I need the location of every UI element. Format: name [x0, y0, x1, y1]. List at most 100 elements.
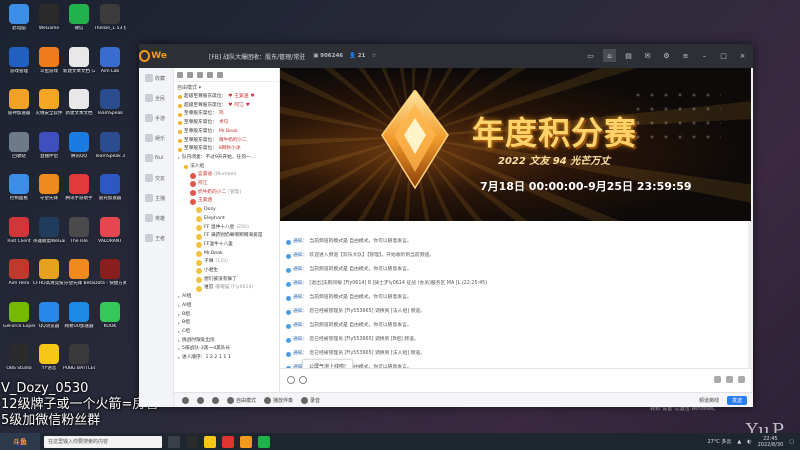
- tree-row[interactable]: 至尊股东席位：鸡: [174, 110, 279, 119]
- tree-row[interactable]: ▸ AI组: [174, 293, 279, 302]
- event-banner[interactable]: 年度积分赛 2022 文友 94 光芒万丈 7月18日 00:00:00-9月2…: [280, 68, 751, 221]
- tree-row[interactable]: 谁忍 嘟嘟猫 (Fly0614): [174, 284, 279, 293]
- app-taskbar-icon[interactable]: [222, 435, 234, 448]
- tree-row[interactable]: ▸ B组: [174, 319, 279, 328]
- notification-icon[interactable]: ▢: [789, 439, 794, 445]
- desktop-icon[interactable]: OBS Studio: [3, 344, 35, 372]
- desktop-icon[interactable]: TeamSpeak: [94, 89, 126, 117]
- desktop-icon[interactable]: 新建文本文档: [63, 89, 95, 117]
- search-icon[interactable]: [217, 71, 223, 78]
- mail-icon[interactable]: [187, 71, 193, 78]
- desktop-icon[interactable]: 雷光加速器: [94, 174, 126, 202]
- desktop-icon[interactable]: 网易UU加速器: [63, 301, 95, 330]
- tree-row[interactable]: 想们彼没有躲了: [174, 276, 279, 285]
- desktop-icon[interactable]: VALORANT: [94, 216, 126, 245]
- emoji-icon[interactable]: [299, 376, 307, 384]
- desktop-icon[interactable]: 火绒安全软件: [33, 89, 65, 117]
- desktop-icon[interactable]: 游戏管理: [3, 46, 35, 75]
- desktop-icon[interactable]: 直播伴侣: [33, 131, 65, 160]
- chat-settings-icon[interactable]: [726, 376, 733, 383]
- home-icon[interactable]: ⌂: [603, 49, 616, 62]
- tree-row[interactable]: 至尊股东席位： 术句: [174, 119, 279, 128]
- rail-item[interactable]: 英雄: [139, 208, 173, 228]
- favorite-icon[interactable]: ☆: [371, 53, 376, 59]
- rail-item[interactable]: 全民: [139, 88, 173, 108]
- tree-row[interactable]: ▸ AI组: [174, 302, 279, 311]
- desktop-icon[interactable]: Dota - 快捷方式: [94, 259, 126, 287]
- close-button[interactable]: ×: [736, 49, 749, 62]
- tree-row[interactable]: ▸ 队内闭麦：不过9升开始，任何一...: [174, 154, 279, 163]
- network-icon[interactable]: ▲: [737, 439, 741, 445]
- clock[interactable]: 22:45 2022/8/30: [758, 436, 784, 448]
- desktop-icon[interactable]: 腾讯手游助手: [63, 174, 95, 202]
- gamepad-icon[interactable]: [287, 376, 295, 384]
- yy-taskbar-icon[interactable]: [204, 435, 216, 448]
- tree-row[interactable]: Elephant: [174, 215, 279, 224]
- desktop-icon[interactable]: TeamSpeak 3: [94, 131, 126, 160]
- rail-item[interactable]: 王者: [139, 228, 173, 248]
- wechat-taskbar-icon[interactable]: [258, 435, 270, 448]
- tree-row[interactable]: 至尊股东席位： 嗅牛奶的小二: [174, 137, 279, 146]
- tree-row[interactable]: FF 满药别奶果啊啊啊海爱是: [174, 232, 279, 241]
- record-audio-button[interactable]: 录音: [301, 396, 320, 404]
- menu-icon[interactable]: ≡: [679, 49, 692, 62]
- shop-icon[interactable]: ▤: [622, 49, 635, 62]
- tree-row[interactable]: 超级至尊股东席位： ♥ 阿江 ♥: [174, 102, 279, 111]
- desktop-icon[interactable]: 此电脑: [3, 4, 35, 32]
- game-icon[interactable]: [207, 71, 213, 78]
- desktop-icon[interactable]: 雷神加速器: [3, 89, 35, 117]
- chat-input-bar[interactable]: [280, 368, 751, 392]
- wegame-taskbar-icon[interactable]: [240, 435, 252, 448]
- desktop-icon[interactable]: 新建文本文档 (2): [63, 46, 95, 75]
- rail-item[interactable]: Nul: [139, 148, 173, 168]
- tree-row[interactable]: 奶牛奶的小二 [管理]: [174, 189, 279, 198]
- send-button[interactable]: 发送: [726, 395, 747, 405]
- desktop-icon[interactable]: Riot Client: [3, 216, 35, 245]
- user-icon[interactable]: [177, 71, 183, 78]
- tree-row[interactable]: Mr.Beak: [174, 250, 279, 259]
- desktop-icon[interactable]: 英雄联盟WeGame版: [33, 216, 65, 245]
- desktop-icon[interactable]: GeForce Experience: [3, 301, 35, 330]
- mic-icon[interactable]: [738, 376, 745, 383]
- desktop-icon[interactable]: Aim Lab: [94, 46, 126, 75]
- play-accompaniment-button[interactable]: 播放伴奏: [264, 396, 293, 404]
- rail-item[interactable]: 手游: [139, 108, 173, 128]
- video-icon[interactable]: ▭: [584, 49, 597, 62]
- taskbar-search[interactable]: 在这里输入你要搜索的内容: [44, 435, 162, 448]
- tree-row[interactable]: 至尊股东席位： 8网秋小沐: [174, 145, 279, 154]
- desktop-icon[interactable]: TheIsle_1.53 快捷方式: [94, 4, 126, 32]
- desktop-icon[interactable]: YY语音: [33, 344, 65, 372]
- tree-row[interactable]: ▸ 5排战队-3黑一4黑队长: [174, 345, 279, 354]
- weather-widget[interactable]: 27°C 多云: [707, 438, 731, 445]
- desktop-icon[interactable]: 控制面板: [3, 174, 35, 202]
- tree-row[interactable]: 超级至尊股东席位： ♥ 王紫涵 ♥: [174, 93, 279, 102]
- tree-row[interactable]: 子琳 (125): [174, 258, 279, 267]
- speaker-icon[interactable]: [197, 396, 204, 404]
- tree-row[interactable]: FF 温仲十八星 (250): [174, 224, 279, 233]
- tree-row[interactable]: Dozy: [174, 206, 279, 215]
- desktop-icon[interactable]: WeGame: [33, 4, 65, 32]
- tree-row[interactable]: 蓝漏语 (Mumbel): [174, 171, 279, 180]
- app-logo[interactable]: We: [139, 44, 167, 68]
- volume-icon[interactable]: ◐: [747, 439, 751, 445]
- message-icon[interactable]: ✉: [641, 49, 654, 62]
- obs-taskbar-icon[interactable]: [186, 435, 198, 448]
- task-view-icon[interactable]: [168, 435, 180, 448]
- tree-row[interactable]: 至尊股东席位： Mr.Beak: [174, 128, 279, 137]
- link-icon[interactable]: [714, 376, 721, 383]
- mic-toggle-icon[interactable]: [212, 396, 219, 404]
- tree-row[interactable]: ▸ B组: [174, 311, 279, 320]
- desktop-icon[interactable]: 回收站: [3, 131, 35, 160]
- tree-row[interactable]: ▸ 挑战时限处出房: [174, 337, 279, 346]
- location-icon[interactable]: [197, 71, 203, 78]
- minimize-button[interactable]: –: [698, 49, 711, 62]
- douyu-start-icon[interactable]: 斗鱼: [0, 433, 40, 450]
- free-mode-button[interactable]: 自由模式: [227, 396, 256, 404]
- rail-item[interactable]: 收藏: [139, 68, 173, 88]
- mode-selector[interactable]: 自由模式 ▾: [174, 82, 279, 93]
- desktop-icon[interactable]: 守望先锋: [33, 174, 65, 202]
- tree-row[interactable]: FF温牛十八里: [174, 241, 279, 250]
- desktop-icon[interactable]: 微信: [63, 4, 95, 32]
- settings-icon[interactable]: ⚙: [660, 49, 673, 62]
- maximize-button[interactable]: □: [717, 49, 730, 62]
